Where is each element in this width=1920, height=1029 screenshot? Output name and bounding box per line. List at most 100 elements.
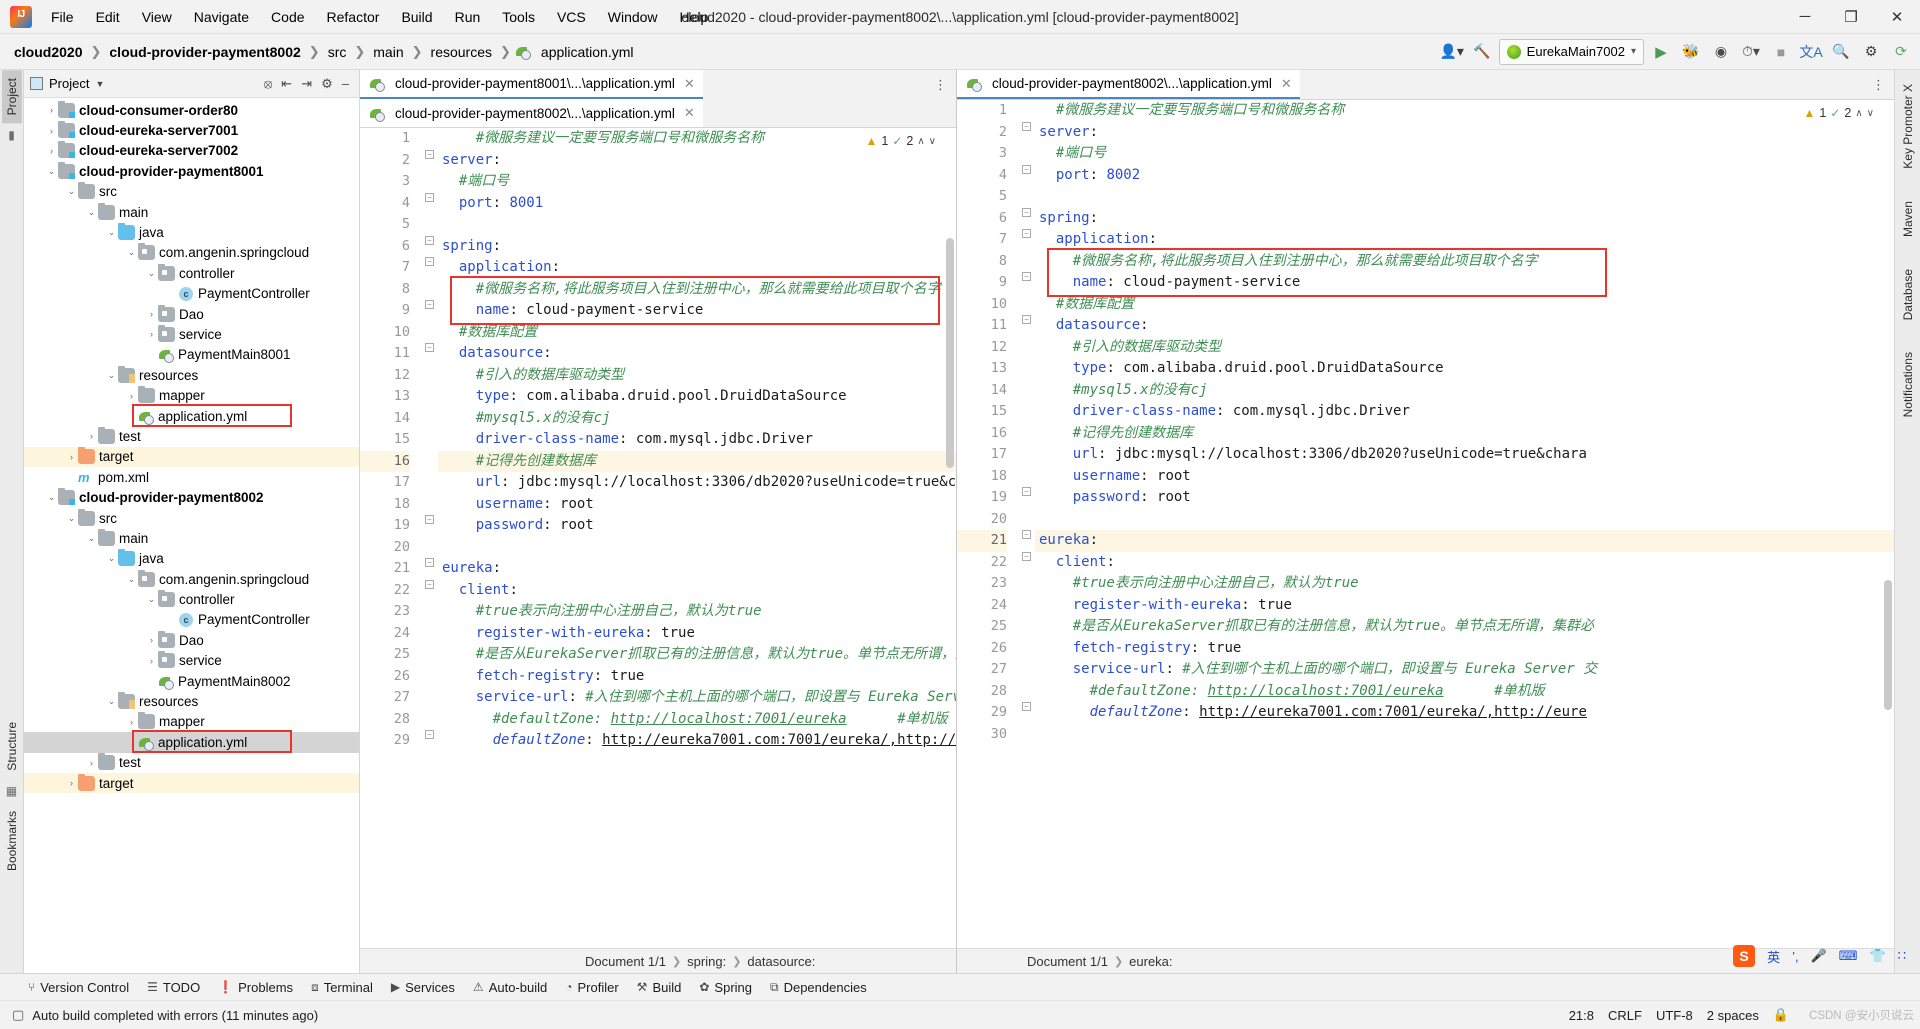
sidebar-item-project[interactable]: Project (1, 70, 22, 124)
code-line[interactable]: application: (438, 257, 956, 279)
code-line[interactable]: #true表示向注册中心注册自己，默认为true (438, 601, 956, 623)
tree-expander-icon[interactable]: › (145, 309, 158, 319)
fold-gutter-cell[interactable] (416, 644, 438, 666)
code-line[interactable]: #true表示向注册中心注册自己，默认为true (1035, 573, 1894, 595)
line-number[interactable]: 23 (360, 601, 410, 623)
editor-right-inspection-widget[interactable]: ▲ 1 ✓ 2 ∧ ∨ (1800, 104, 1877, 122)
tree-node-paymentcontroller[interactable]: ›c PaymentController (24, 284, 359, 304)
gear-icon[interactable]: ⚙ (1858, 39, 1884, 65)
fold-gutter-cell[interactable] (416, 279, 438, 301)
sidebar-item-structure[interactable]: Structure (2, 714, 22, 779)
tree-node-service[interactable]: › service (24, 651, 359, 671)
tree-expander-icon[interactable]: ⌄ (125, 574, 138, 585)
code-fold-icon[interactable]: – (425, 730, 434, 739)
code-line[interactable]: application: (1035, 229, 1894, 251)
collapse-all-icon[interactable]: ⇥ (301, 76, 312, 92)
fold-gutter-cell[interactable]: – (416, 235, 438, 258)
search-icon[interactable]: 🔍 (1828, 39, 1854, 65)
code-fold-icon[interactable]: – (1022, 164, 1031, 174)
tree-node-main[interactable]: ⌄ main (24, 202, 359, 222)
tree-node-cloud-consumer-order80[interactable]: › cloud-consumer-order80 (24, 100, 359, 120)
code-line[interactable]: #mysql5.x的没有cj (1035, 380, 1894, 402)
code-line[interactable]: server: (438, 150, 956, 172)
fold-gutter-cell[interactable] (1013, 401, 1035, 423)
menu-view[interactable]: View (131, 5, 183, 29)
line-number[interactable]: 16 (957, 423, 1007, 445)
code-line[interactable]: #引入的数据库驱动类型 (1035, 337, 1894, 359)
fold-gutter-cell[interactable]: – (416, 149, 438, 172)
run-with-coverage-button[interactable]: ◉ (1708, 39, 1734, 65)
line-number[interactable]: 26 (360, 666, 410, 688)
close-icon[interactable]: ✕ (684, 76, 695, 92)
tab-payment8002-application-yml-right[interactable]: cloud-provider-payment8002\...\applicati… (957, 70, 1300, 99)
line-number[interactable]: 6 (957, 208, 1007, 230)
code-line[interactable]: port: 8002 (1035, 165, 1894, 187)
tree-expander-icon[interactable]: ⌄ (145, 268, 158, 279)
fold-gutter-cell[interactable] (416, 365, 438, 387)
previous-problem-icon[interactable]: ∧ (1855, 108, 1862, 119)
sidebar-item-bookmarks[interactable]: Bookmarks (2, 803, 22, 879)
tree-node-service[interactable]: › service (24, 324, 359, 344)
code-line[interactable]: #端口号 (438, 171, 956, 193)
tree-expander-icon[interactable]: › (65, 452, 78, 462)
code-line[interactable]: #端口号 (1035, 143, 1894, 165)
tree-expander-icon[interactable]: ⌄ (65, 186, 78, 197)
tree-node-src[interactable]: ⌄ src (24, 508, 359, 528)
code-fold-icon[interactable]: – (425, 300, 434, 309)
fold-gutter-cell[interactable] (416, 386, 438, 408)
run-button[interactable]: ▶ (1648, 39, 1674, 65)
editor-left-code[interactable]: #微服务建议一定要写服务端口号和微服务名称 server: #端口号 port: … (438, 128, 956, 948)
code-line[interactable]: url: jdbc:mysql://localhost:3306/db2020?… (1035, 444, 1894, 466)
fold-gutter-cell[interactable]: – (1013, 530, 1035, 552)
tree-expander-icon[interactable]: › (145, 656, 158, 666)
code-line[interactable] (1035, 186, 1894, 208)
gear-icon[interactable]: ⚙ (321, 76, 333, 92)
tree-node-cloud-eureka-server7001[interactable]: › cloud-eureka-server7001 (24, 120, 359, 140)
fold-gutter-cell[interactable]: – (416, 192, 438, 215)
editor-right-gutter[interactable]: 1 2 3 4 5 6 7 8 9 10 11 12 13 14 15 16 17 18 19 20 21 22 23 24 2… (957, 100, 1013, 948)
code-fold-icon[interactable]: – (1022, 530, 1031, 539)
fold-gutter-cell[interactable] (1013, 444, 1035, 466)
line-number[interactable]: 13 (957, 358, 1007, 380)
sidebar-item-maven[interactable]: Maven (1898, 193, 1918, 245)
line-number[interactable]: 13 (360, 386, 410, 408)
fold-gutter-cell[interactable] (416, 666, 438, 688)
line-number[interactable]: 23 (957, 573, 1007, 595)
close-icon[interactable]: ✕ (684, 105, 695, 121)
menu-navigate[interactable]: Navigate (183, 5, 260, 29)
tree-node-pom-xml[interactable]: ›m pom.xml (24, 467, 359, 487)
tool-window-terminal[interactable]: ⧈ Terminal (311, 980, 373, 995)
tree-expander-icon[interactable]: › (125, 717, 138, 727)
code-line[interactable]: type: com.alibaba.druid.pool.DruidDataSo… (438, 386, 956, 408)
menu-vcs[interactable]: VCS (546, 5, 597, 29)
line-number[interactable]: 10 (957, 294, 1007, 316)
fold-gutter-cell[interactable] (416, 451, 438, 473)
line-number[interactable]: 20 (957, 509, 1007, 531)
line-number[interactable]: 18 (957, 466, 1007, 488)
line-number[interactable]: 1 (360, 128, 410, 150)
tree-expander-icon[interactable]: ⌄ (145, 594, 158, 605)
fold-gutter-cell[interactable] (1013, 143, 1035, 165)
yaml-crumb-datasource[interactable]: datasource: (747, 954, 815, 969)
editor-tab-options-icon[interactable]: ⋮ (925, 70, 956, 99)
sidebar-item-key-promoter-x[interactable]: Key Promoter X (1898, 76, 1918, 177)
editor-right-tabbar[interactable]: cloud-provider-payment8002\...\applicati… (957, 70, 1894, 100)
code-fold-icon[interactable]: – (1022, 487, 1031, 496)
tree-node-java[interactable]: ⌄ java (24, 222, 359, 242)
code-fold-icon[interactable]: – (425, 257, 434, 266)
line-number[interactable]: 3 (957, 143, 1007, 165)
code-line[interactable]: #是否从EurekaServer抓取已有的注册信息，默认为true。单节点无所谓… (1035, 616, 1894, 638)
hide-panel-icon[interactable]: – (342, 76, 349, 91)
tree-expander-icon[interactable]: › (45, 105, 58, 115)
ime-punctuation-toggle[interactable]: ’, (1792, 949, 1799, 964)
code-line[interactable]: username: root (438, 494, 956, 516)
line-number[interactable]: 12 (360, 365, 410, 387)
fold-gutter-cell[interactable]: – (1013, 121, 1035, 144)
fold-gutter-cell[interactable] (1013, 337, 1035, 359)
tree-expander-icon[interactable]: › (165, 615, 178, 625)
code-line[interactable]: #数据库配置 (438, 322, 956, 344)
code-line[interactable]: server: (1035, 122, 1894, 144)
tree-expander-icon[interactable]: ⌄ (65, 513, 78, 524)
code-line[interactable]: register-with-eureka: true (1035, 595, 1894, 617)
tree-node-paymentmain8002[interactable]: › PaymentMain8002 (24, 671, 359, 691)
